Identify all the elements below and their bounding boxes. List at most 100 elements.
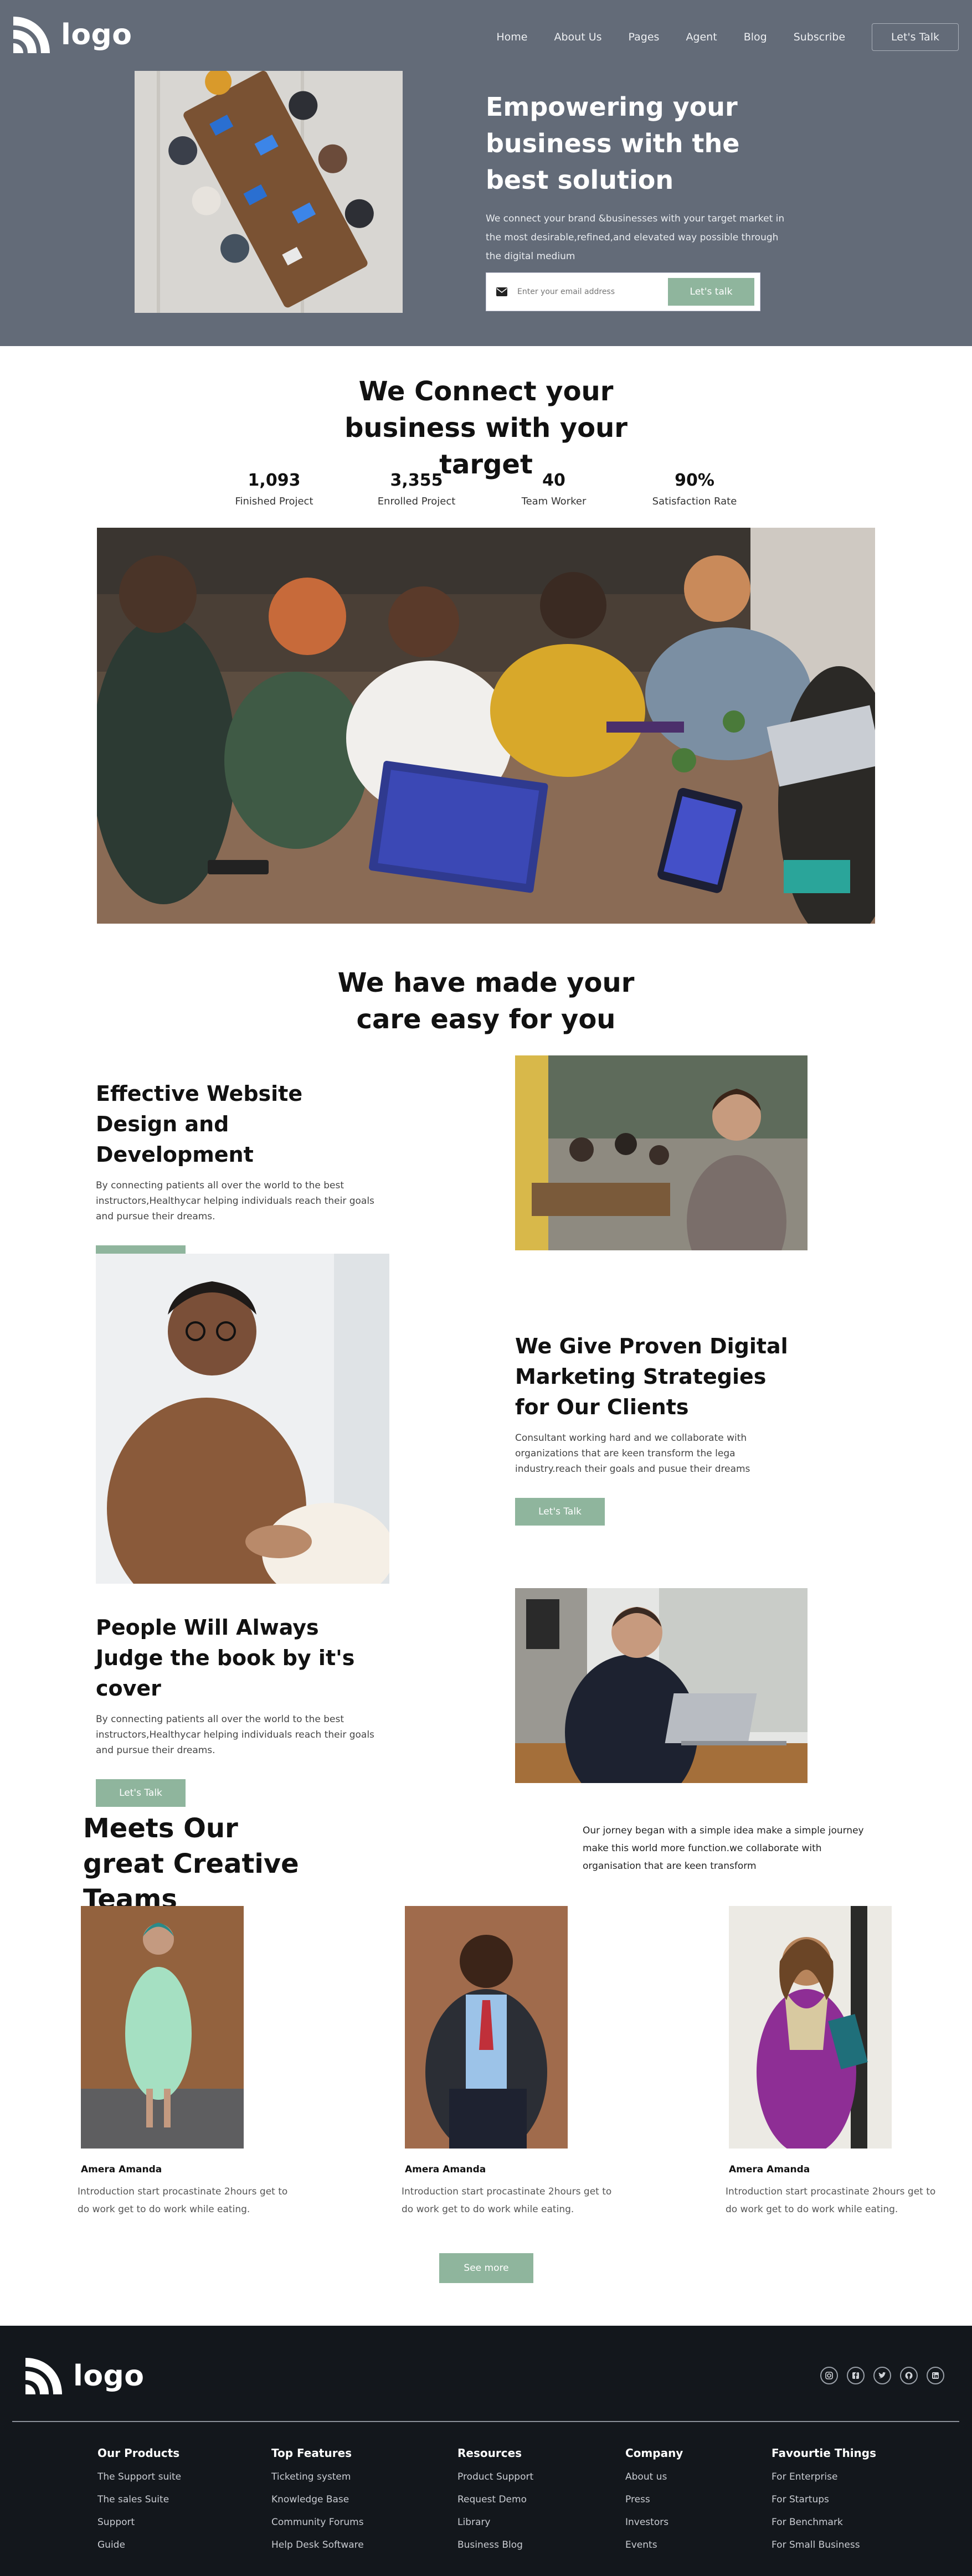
team-title: Meets Our great Creative Teams [83,1811,316,1917]
facebook-icon[interactable] [847,2367,865,2384]
handshake-man-photo [96,1254,389,1584]
nav-lets-talk-button[interactable]: Let's Talk [872,23,959,51]
footer-link[interactable]: For Benchmark [772,2517,876,2528]
footer-col-title: Our Products [97,2446,180,2460]
hero-lets-talk-button[interactable]: Let's talk [668,278,754,306]
nav-pages[interactable]: Pages [629,31,660,43]
feature-lets-talk-button[interactable]: Let's Talk [515,1498,605,1526]
footer-link[interactable]: The Support suite [97,2471,181,2482]
feature-title: Effective Website Design and Development [96,1081,303,1167]
see-more-button[interactable]: See more [439,2253,533,2283]
member-portrait [81,1906,244,2149]
stat-label: Enrolled Project [377,496,456,507]
footer-link[interactable]: For Enterprise [772,2471,876,2482]
main-nav: Home About Us Pages Agent Blog Subscribe… [496,23,972,51]
footer-link[interactable]: For Startups [772,2494,876,2505]
laptop-man-photo [515,1588,808,1783]
footer-logo[interactable]: logo [24,2357,145,2395]
footer-col-features: Top Features Ticketing system Knowledge … [271,2446,364,2551]
footer-link[interactable]: The sales Suite [97,2494,181,2505]
footer-link[interactable]: About us [625,2471,683,2482]
nav-subscribe[interactable]: Subscribe [794,31,845,43]
footer-col-company: Company About us Press Investors Events [625,2446,683,2551]
nav-agent[interactable]: Agent [686,31,717,43]
stat-value: 40 [542,471,565,490]
care-title: We have made your care easy for you [337,967,635,1035]
hero-meeting-image [135,71,403,313]
footer-link[interactable]: Support [97,2517,181,2528]
team-member-card: Amera Amanda Introduction start procasti… [402,1906,623,2218]
feature-text: By connecting patients all over the worl… [96,1180,374,1222]
team-member-card: Amera Amanda Introduction start procasti… [78,1906,299,2218]
nav-blog[interactable]: Blog [744,31,767,43]
footer-col-title: Favourtie Things [772,2446,877,2460]
hero-subtitle: We connect your brand &businesses with y… [486,213,785,262]
footer-link[interactable]: Press [625,2494,683,2505]
member-name: Amera Amanda [405,2164,486,2175]
feature-judge-book: People Will Always Judge the book by it'… [96,1612,384,1807]
footer-link[interactable]: Product Support [457,2471,533,2482]
footer-col-favourites: Favourtie Things For Enterprise For Star… [772,2446,876,2551]
header-logo[interactable]: logo [12,16,132,54]
footer-link[interactable]: Knowledge Base [271,2494,364,2505]
instagram-icon[interactable] [820,2367,838,2384]
stat-finished-project: 1,093 Finished Project [197,471,352,507]
feature-lets-talk-button[interactable]: Let's Talk [96,1779,186,1807]
footer-link[interactable]: Community Forums [271,2517,364,2528]
team-meeting-photo [97,528,875,924]
landing-page: logo Home About Us Pages Agent Blog Subs… [0,0,972,2576]
footer-divider [12,2421,959,2422]
footer-link[interactable]: Investors [625,2517,683,2528]
footer-col-title: Company [625,2446,683,2460]
stat-value: 90% [675,471,714,490]
member-portrait [729,1906,892,2155]
stat-label: Satisfaction Rate [652,496,737,507]
feature-text: By connecting patients all over the worl… [96,1714,374,1756]
footer-col-title: Top Features [271,2446,352,2460]
team-title-text: Meets Our great Creative Teams [83,1813,299,1915]
nav-about-us[interactable]: About Us [554,31,602,43]
connect-title: We Connect your business with your targe… [344,376,628,480]
twitter-icon[interactable] [873,2367,891,2384]
hero-text: Empowering your business with the best s… [486,89,796,266]
footer-link[interactable]: Guide [97,2539,181,2551]
email-input[interactable] [517,287,668,296]
social-links [820,2367,944,2384]
footer-col-title: Resources [457,2446,522,2460]
stat-team-worker: 40 Team Worker [476,471,631,507]
logo-icon [13,17,50,53]
stat-label: Team Worker [521,496,587,507]
github-icon[interactable] [900,2367,918,2384]
office-woman-photo [515,1055,808,1250]
logo-text: logo [73,2359,145,2393]
site-footer: logo Our Products The Support suite The [0,2326,972,2576]
stat-value: 1,093 [248,471,301,490]
footer-link[interactable]: Request Demo [457,2494,533,2505]
footer-col-products: Our Products The Support suite The sales… [97,2446,181,2551]
envelope-icon [496,287,507,296]
linkedin-icon[interactable] [927,2367,944,2384]
feature-text: Consultant working hard and we collabora… [515,1433,750,1475]
team-member-card: Amera Amanda Introduction start procasti… [726,1906,947,2218]
feature-digital-marketing: We Give Proven Digital Marketing Strateg… [515,1331,803,1526]
footer-link[interactable]: Help Desk Software [271,2539,364,2551]
member-desc: Introduction start procastinate 2hours g… [726,2186,936,2215]
feature-website-design: Effective Website Design and Development… [96,1079,384,1273]
footer-link[interactable]: Events [625,2539,683,2551]
logo-text: logo [61,18,132,51]
member-portrait [405,1906,568,2155]
footer-link[interactable]: For Small Business [772,2539,876,2551]
email-signup-form: Let's talk [486,272,760,311]
member-desc: Introduction start procastinate 2hours g… [78,2186,288,2215]
feature-title: People Will Always Judge the book by it'… [96,1615,355,1701]
member-name: Amera Amanda [729,2164,810,2175]
member-desc: Introduction start procastinate 2hours g… [402,2186,612,2215]
footer-link[interactable]: Business Blog [457,2539,533,2551]
team-intro: Our jorney began with a simple idea make… [583,1825,864,1872]
footer-link[interactable]: Ticketing system [271,2471,364,2482]
feature-title: We Give Proven Digital Marketing Strateg… [515,1334,788,1419]
nav-home[interactable]: Home [496,31,527,43]
stat-label: Finished Project [235,496,313,507]
footer-link[interactable]: Library [457,2517,533,2528]
stat-enrolled-project: 3,355 Enrolled Project [339,471,494,507]
